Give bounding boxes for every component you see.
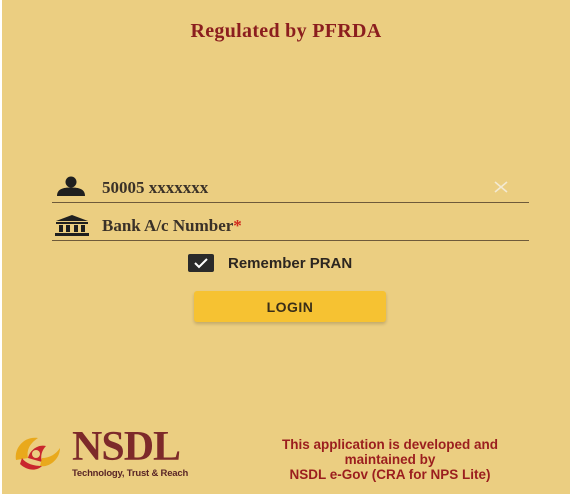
bank-icon — [54, 214, 90, 241]
nsdl-brand: NSDL — [72, 424, 181, 470]
remember-pran-checkbox[interactable]: Remember PRAN — [188, 252, 352, 274]
nsdl-logo-icon — [10, 430, 68, 479]
remember-pran-label: Remember PRAN — [228, 254, 353, 272]
login-button[interactable]: LOGIN — [194, 291, 386, 322]
pran-value[interactable]: 50005 xxxxxxx — [102, 178, 208, 198]
bank-account-placeholder[interactable]: Bank A/c Number* — [102, 216, 242, 236]
regulator-label: Regulated by PFRDA — [190, 20, 382, 42]
close-icon[interactable] — [493, 180, 509, 199]
bank-account-field[interactable]: Bank A/c Number* — [52, 210, 529, 241]
user-icon — [54, 176, 88, 201]
developer-notice-line: This application is developed and — [281, 437, 499, 452]
developer-notice-line: NSDL e-Gov (CRA for NPS Lite) — [289, 467, 491, 482]
pran-field[interactable]: 50005 xxxxxxx — [52, 172, 529, 203]
required-mark: * — [233, 216, 242, 235]
checkbox-checked-icon[interactable] — [188, 254, 214, 272]
developer-notice-line: maintained by — [344, 452, 436, 467]
nsdl-tagline: Technology, Trust & Reach — [72, 468, 189, 479]
developer-notice: This application is developed and mainta… — [210, 437, 570, 482]
login-screen: Regulated by PFRDA 50005 xxxxxxx Bank A/… — [2, 0, 570, 494]
